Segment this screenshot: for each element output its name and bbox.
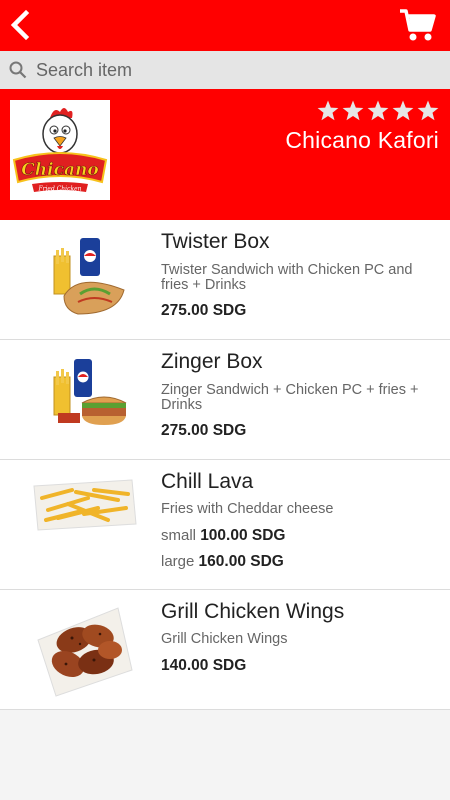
cart-button[interactable]	[398, 6, 438, 44]
svg-text:Fried Chicken: Fried Chicken	[37, 186, 81, 193]
store-rating	[316, 99, 440, 123]
item-name: Grill Chicken Wings	[161, 600, 345, 623]
star-icon	[317, 100, 339, 121]
back-button[interactable]	[6, 6, 38, 44]
menu-list: Twister Box Twister Sandwich with Chicke…	[0, 220, 450, 710]
store-header: Chicano Fried Chicken Chicano Kafori	[0, 89, 450, 220]
star-icon	[392, 100, 414, 121]
size-label: large	[161, 553, 195, 570]
star-icon	[367, 100, 389, 121]
size-option-large: large 160.00 SDG	[161, 553, 284, 571]
star-icon	[417, 100, 439, 121]
twister-box-image	[53, 238, 125, 315]
item-name: Chill Lava	[161, 470, 254, 493]
top-app-bar	[0, 0, 450, 51]
item-description: Zinger Sandwich + Chicken PC + fries + D…	[161, 382, 419, 413]
menu-item[interactable]: Twister Box Twister Sandwich with Chicke…	[0, 220, 450, 340]
svg-text:Chicano: Chicano	[21, 160, 98, 180]
item-price: 140.00 SDG	[161, 657, 247, 674]
size-option-small: small 100.00 SDG	[161, 527, 286, 545]
item-name: Zinger Box	[161, 350, 263, 373]
size-price: 100.00 SDG	[200, 527, 286, 544]
menu-item[interactable]: Grill Chicken Wings Grill Chicken Wings …	[0, 590, 450, 710]
zinger-box-image	[53, 359, 127, 425]
grill-chicken-wings-image	[37, 607, 133, 697]
item-name: Twister Box	[161, 230, 270, 253]
menu-item[interactable]: Chill Lava Fries with Cheddar cheese sma…	[0, 460, 450, 590]
menu-item[interactable]: Zinger Box Zinger Sandwich + Chicken PC …	[0, 340, 450, 460]
chill-lava-image	[33, 479, 137, 531]
store-logo: Chicano Fried Chicken	[10, 100, 110, 200]
item-price: 275.00 SDG	[161, 422, 247, 439]
item-price: 275.00 SDG	[161, 302, 247, 319]
search-bar	[0, 51, 450, 89]
item-description: Fries with Cheddar cheese	[161, 501, 334, 517]
item-description: Twister Sandwich with Chicken PC and fri…	[161, 262, 413, 293]
size-label: small	[161, 527, 197, 544]
item-description: Grill Chicken Wings	[161, 631, 288, 647]
size-price: 160.00 SDG	[198, 553, 284, 570]
search-icon	[9, 61, 27, 79]
store-name: Chicano Kafori	[285, 127, 439, 153]
chevron-left-icon	[10, 9, 30, 41]
shopping-cart-icon	[400, 9, 436, 41]
star-icon	[342, 100, 364, 121]
search-input[interactable]	[36, 55, 436, 85]
